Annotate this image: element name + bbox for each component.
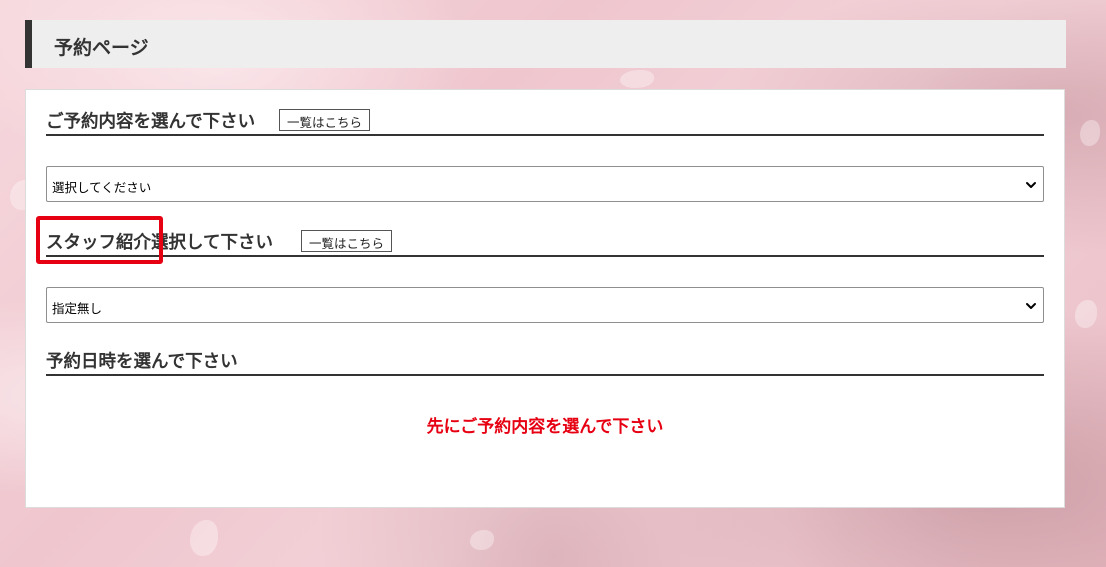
- menu-list-button[interactable]: 一覧はこちら: [279, 109, 371, 131]
- staff-heading-rest: 選択して下さい: [151, 233, 273, 253]
- datetime-section-heading: 予約日時を選んで下さい: [46, 346, 1044, 376]
- petal-decoration: [1075, 300, 1097, 328]
- datetime-heading-text: 予約日時を選んで下さい: [46, 352, 238, 372]
- menu-heading-text: ご予約内容を選んで下さい: [46, 112, 256, 132]
- petal-decoration: [470, 530, 494, 550]
- staff-section-heading: スタッフ紹介選択して下さい 一覧はこちら: [46, 227, 1044, 257]
- staff-select[interactable]: 指定無し: [46, 287, 1044, 323]
- petal-decoration: [620, 70, 654, 88]
- reservation-panel: ご予約内容を選んで下さい 一覧はこちら 選択してください スタッフ紹介選択して下…: [25, 89, 1065, 508]
- chevron-down-icon: [1026, 303, 1036, 309]
- page-title: 予約ページ: [54, 37, 149, 59]
- menu-select-value: 選択してください: [52, 180, 152, 195]
- staff-select-value: 指定無し: [52, 301, 103, 316]
- staff-list-button[interactable]: 一覧はこちら: [301, 230, 393, 252]
- page-header: 予約ページ: [25, 20, 1066, 68]
- petal-decoration: [1080, 120, 1100, 146]
- chevron-down-icon: [1026, 182, 1036, 188]
- staff-introduction-highlight: [36, 216, 163, 264]
- datetime-notice: 先にご予約内容を選んで下さい: [426, 417, 664, 437]
- petal-decoration: [190, 520, 218, 556]
- menu-section-heading: ご予約内容を選んで下さい 一覧はこちら: [46, 106, 1044, 136]
- menu-select[interactable]: 選択してください: [46, 166, 1044, 202]
